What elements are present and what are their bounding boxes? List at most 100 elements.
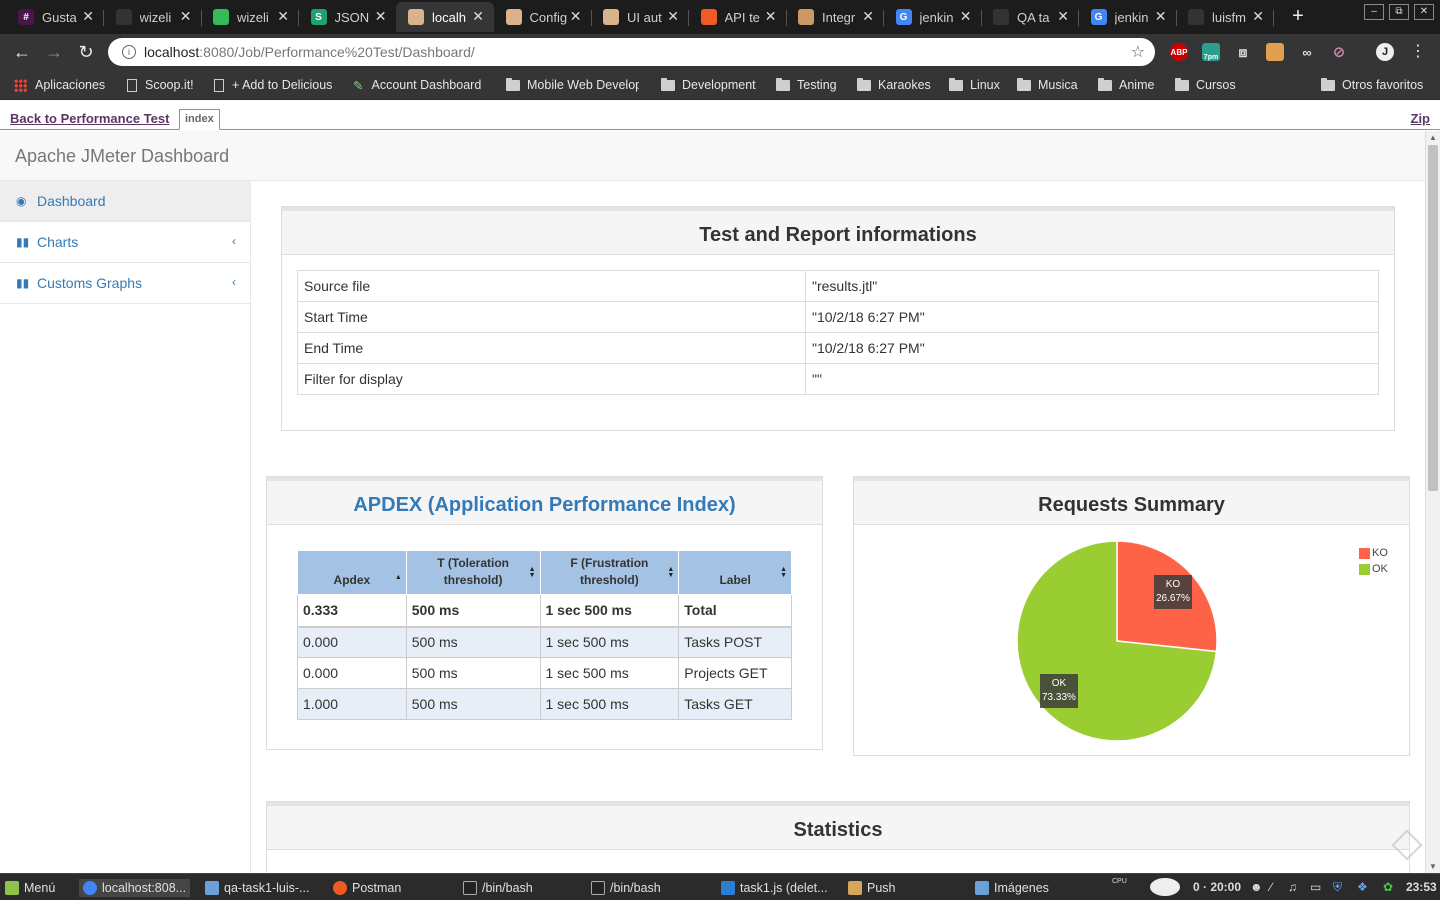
reload-icon[interactable]: ↻ [74, 40, 98, 64]
link-extension-icon[interactable]: ∞ [1298, 43, 1316, 61]
taskbar-item[interactable]: task1.js (delet... [721, 879, 828, 897]
sync-icon[interactable]: ✿ [1383, 880, 1393, 894]
bookmark-item[interactable]: Development [661, 76, 756, 94]
sidebar-item-charts[interactable]: ▮▮ Charts ‹ [0, 222, 250, 263]
close-tab-icon[interactable]: ✕ [180, 8, 192, 25]
sort-both-icon[interactable]: ▲ ▼ [667, 566, 674, 579]
pie-label-percent: 73.33% [1042, 692, 1076, 703]
taskbar-item[interactable]: Imágenes [975, 879, 1049, 897]
browser-tab[interactable]: luisfm ✕ [1176, 2, 1274, 32]
browser-tab[interactable]: wizeli ✕ [104, 2, 202, 32]
close-tab-icon[interactable]: ✕ [82, 8, 94, 25]
apdex-column-header[interactable]: Label ▲ ▼ [678, 550, 792, 595]
browser-tab[interactable]: localh ✕ [396, 2, 494, 32]
bookmark-item[interactable]: ✎ Account Dashboard [353, 76, 481, 94]
bookmark-item[interactable]: Musica [1017, 76, 1078, 94]
address-bar[interactable]: i localhost:8080/Job/Performance%20Test/… [108, 38, 1155, 66]
browser-tab[interactable]: # Gusta ✕ [6, 2, 104, 32]
browser-tab[interactable]: Config ✕ [494, 2, 592, 32]
browser-tab[interactable]: API te ✕ [689, 2, 787, 32]
volume-icon[interactable]: ♫ [1288, 880, 1297, 894]
bookmark-item[interactable]: Cursos [1175, 76, 1236, 94]
taskbar-item[interactable]: /bin/bash [591, 879, 661, 897]
browser-tab[interactable]: UI aut ✕ [591, 2, 689, 32]
sort-asc-icon[interactable]: ▲ [395, 569, 402, 586]
apdex-total-row: 0.333 500 ms 1 sec 500 ms Total [297, 594, 792, 628]
browser-tab[interactable]: Gjenkin ✕ [884, 2, 982, 32]
close-tab-icon[interactable]: ✕ [765, 8, 777, 25]
dashboard-brand[interactable]: Apache JMeter Dashboard [15, 146, 229, 167]
browser-tab[interactable]: Gjenkin ✕ [1079, 2, 1177, 32]
apdex-row: 0.000 500 ms 1 sec 500 ms Tasks POST [297, 626, 792, 658]
browser-tab[interactable]: Integr ✕ [786, 2, 884, 32]
apdex-column-header[interactable]: T (Toleration threshold) ▲ ▼ [405, 550, 541, 595]
browser-tab[interactable]: wizeli ✕ [201, 2, 299, 32]
shield-icon[interactable]: ⛨ [1333, 880, 1342, 895]
adblock-icon[interactable]: ABP [1170, 43, 1188, 61]
sort-both-icon[interactable]: ▲ ▼ [780, 566, 787, 579]
weather-icon[interactable] [1150, 878, 1180, 896]
sort-both-icon[interactable]: ▲ ▼ [529, 566, 536, 579]
bookmark-item[interactable]: Mobile Web Develop [506, 76, 639, 94]
bookmark-item[interactable]: Testing [776, 76, 837, 94]
user-icon[interactable]: ☻ [1250, 880, 1263, 894]
close-tab-icon[interactable]: ✕ [1057, 8, 1069, 25]
back-arrow-icon[interactable]: ← [10, 40, 34, 64]
bookmark-label: Scoop.it! [145, 78, 194, 92]
bookmark-item[interactable]: Karaokes [857, 76, 931, 94]
network-icon[interactable]: ∕ [1270, 880, 1272, 894]
apdex-column-header[interactable]: Apdex ▲ [297, 550, 407, 595]
taskbar-item[interactable]: qa-task1-luis-... [205, 879, 309, 897]
close-tab-icon[interactable]: ✕ [1155, 8, 1167, 25]
close-window-button[interactable]: ✕ [1414, 4, 1434, 20]
bookmark-item[interactable]: Otros favoritos [1321, 76, 1423, 94]
bookmark-item[interactable]: Linux [949, 76, 1000, 94]
taskbar-item[interactable]: Postman [333, 879, 401, 897]
close-tab-icon[interactable]: ✕ [1252, 8, 1264, 25]
calendar-extension-icon[interactable]: 7pm [1202, 43, 1220, 61]
header-text: Apdex [333, 573, 371, 587]
minimize-button[interactable]: – [1364, 4, 1384, 20]
start-menu-button[interactable]: Menú [5, 879, 55, 897]
bookmark-star-icon[interactable]: ☆ [1131, 42, 1145, 62]
dropbox-icon[interactable]: ❖ [1357, 880, 1368, 894]
apdex-column-header[interactable]: F (Frustration threshold) ▲ ▼ [539, 550, 680, 595]
close-tab-icon[interactable]: ✕ [960, 8, 972, 25]
bookmark-item[interactable]: Scoop.it! [127, 76, 194, 94]
browser-tab[interactable]: S JSON S✕ [299, 2, 397, 32]
scroll-down-arrow-icon[interactable]: ▼ [1429, 862, 1437, 871]
bookmark-item[interactable]: Aplicaciones [14, 76, 105, 94]
bookmark-item[interactable]: + Add to Delicious [214, 76, 332, 94]
close-tab-icon[interactable]: ✕ [667, 8, 679, 25]
apdex-cell: 500 ms [405, 688, 541, 720]
info-icon[interactable]: i [122, 45, 136, 59]
taskbar-item[interactable]: Push [848, 879, 896, 897]
block-extension-icon[interactable]: ⊘ [1330, 43, 1348, 61]
restore-button[interactable]: ⧉ [1389, 4, 1409, 20]
close-tab-icon[interactable]: ✕ [570, 8, 582, 25]
close-tab-icon[interactable]: ✕ [277, 8, 289, 25]
scroll-up-arrow-icon[interactable]: ▲ [1429, 133, 1437, 142]
sidebar-item-customs-graphs[interactable]: ▮▮ Customs Graphs ‹ [0, 263, 250, 304]
back-to-job-link[interactable]: Back to Performance Test [10, 111, 169, 126]
forward-arrow-icon[interactable]: → [42, 40, 66, 64]
tab-title: API te [724, 9, 760, 25]
zip-link[interactable]: Zip [1411, 111, 1431, 126]
sidebar-item-dashboard[interactable]: ◉ Dashboard [0, 181, 250, 222]
new-tab-button[interactable]: + [1288, 5, 1308, 28]
bookmark-item[interactable]: Anime [1098, 76, 1154, 94]
menu-kebab-icon[interactable]: ⋮ [1406, 40, 1430, 64]
profile-avatar[interactable]: J [1376, 43, 1394, 61]
page-scrollbar[interactable]: ▲ ▼ [1425, 131, 1440, 873]
close-tab-icon[interactable]: ✕ [862, 8, 874, 25]
pages-extension-icon[interactable]: ⧈ [1234, 43, 1252, 61]
taskbar-item[interactable]: /bin/bash [463, 879, 533, 897]
close-tab-icon[interactable]: ✕ [472, 8, 484, 25]
scrollbar-thumb[interactable] [1428, 145, 1438, 491]
battery-icon[interactable]: ▭ [1310, 880, 1321, 894]
face-extension-icon[interactable] [1266, 43, 1284, 61]
index-tab[interactable]: index [179, 109, 220, 130]
taskbar-item[interactable]: localhost:808... [79, 879, 191, 897]
close-tab-icon[interactable]: ✕ [375, 8, 387, 25]
browser-tab[interactable]: QA ta ✕ [981, 2, 1079, 32]
